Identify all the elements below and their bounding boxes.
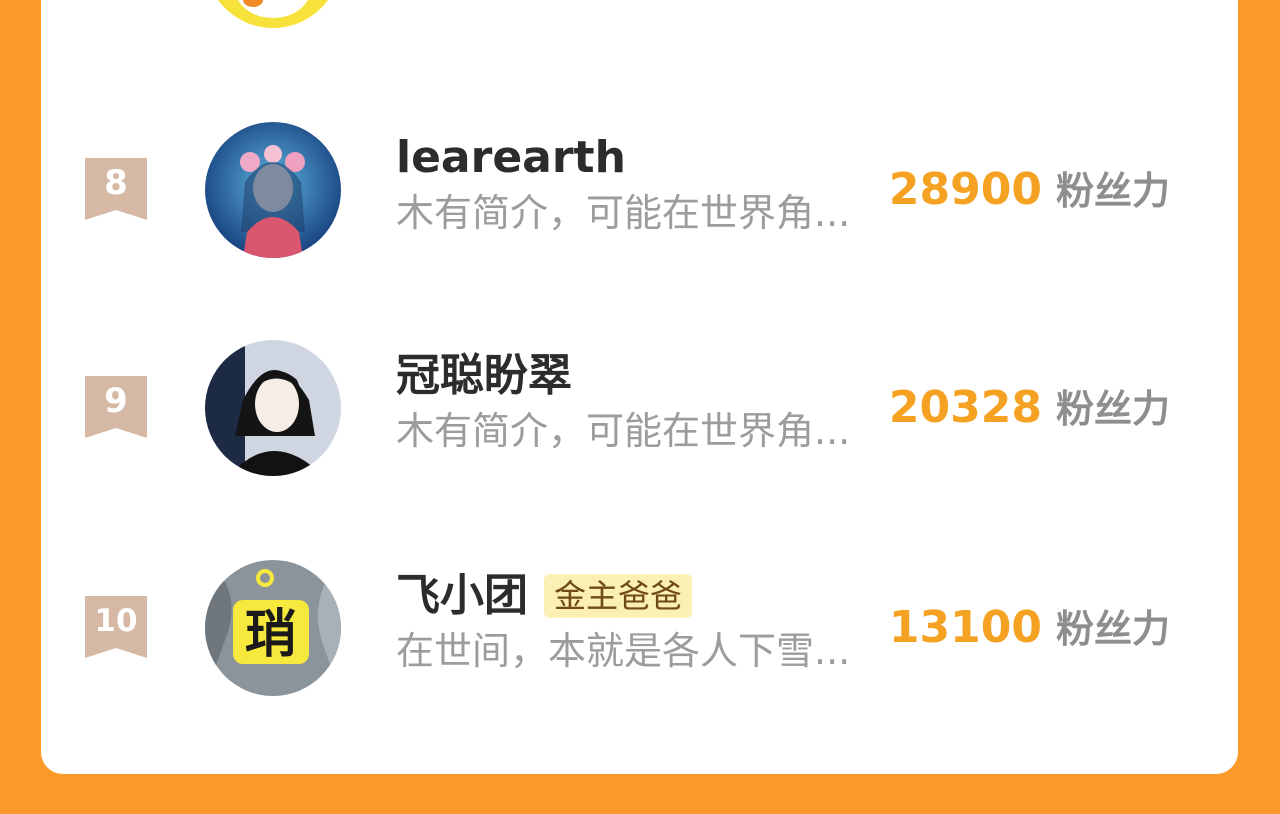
score-value: 13100 (888, 602, 1042, 653)
rank-badge: 9 (85, 376, 147, 438)
score-unit: 粉丝力 (1055, 169, 1170, 213)
rank-number: 8 (104, 163, 128, 203)
score-unit: 粉丝力 (1055, 387, 1170, 431)
score-unit: 粉丝力 (1055, 607, 1170, 651)
user-description: 木有简介，可能在世界角... (396, 191, 851, 235)
sponsor-badge: 金主爸爸 (544, 574, 693, 618)
list-item[interactable]: 10 琑 飞小团 金主爸爸 在世间，本就是各人下雪... 13100 粉丝力 (41, 548, 1238, 698)
leaderboard-card: 木有简介，可能在世界角... 8 (41, 0, 1238, 774)
list-item[interactable]: 木有简介，可能在世界角... (41, 0, 1238, 30)
name-line: learearth (396, 130, 626, 186)
avatar[interactable] (205, 0, 341, 28)
avatar[interactable] (205, 122, 341, 258)
avatar[interactable]: 琑 (205, 560, 341, 696)
rank-number: 10 (94, 603, 138, 639)
fan-score: 28900 粉丝力 (889, 160, 1170, 218)
rank-badge: 10 (85, 596, 147, 658)
rank-number: 9 (104, 381, 128, 421)
user-description: 木有简介，可能在世界角... (396, 0, 850, 8)
avatar[interactable] (205, 340, 341, 476)
list-item[interactable]: 9 冠聪盼翠 木有简介，可能在世界角... 20328 粉丝力 (41, 328, 1238, 478)
user-name[interactable]: 冠聪盼翠 (396, 348, 572, 404)
user-name[interactable]: learearth (396, 130, 626, 186)
user-name[interactable]: 飞小团 (396, 568, 528, 624)
fan-score: 13100 粉丝力 (889, 598, 1170, 656)
user-description: 木有简介，可能在世界角... (396, 409, 851, 453)
fan-score: 20328 粉丝力 (889, 378, 1170, 436)
svg-text:琑: 琑 (245, 605, 297, 665)
score-value: 20328 (888, 382, 1042, 433)
name-line: 飞小团 金主爸爸 (396, 568, 693, 624)
rank-badge: 8 (85, 158, 147, 220)
list-item[interactable]: 8 learearth 木有简介，可能在世界角... 28900 粉丝力 (41, 110, 1238, 260)
score-value: 28900 (888, 164, 1042, 215)
name-line: 冠聪盼翠 (396, 348, 572, 404)
user-description: 在世间，本就是各人下雪... (396, 629, 851, 673)
